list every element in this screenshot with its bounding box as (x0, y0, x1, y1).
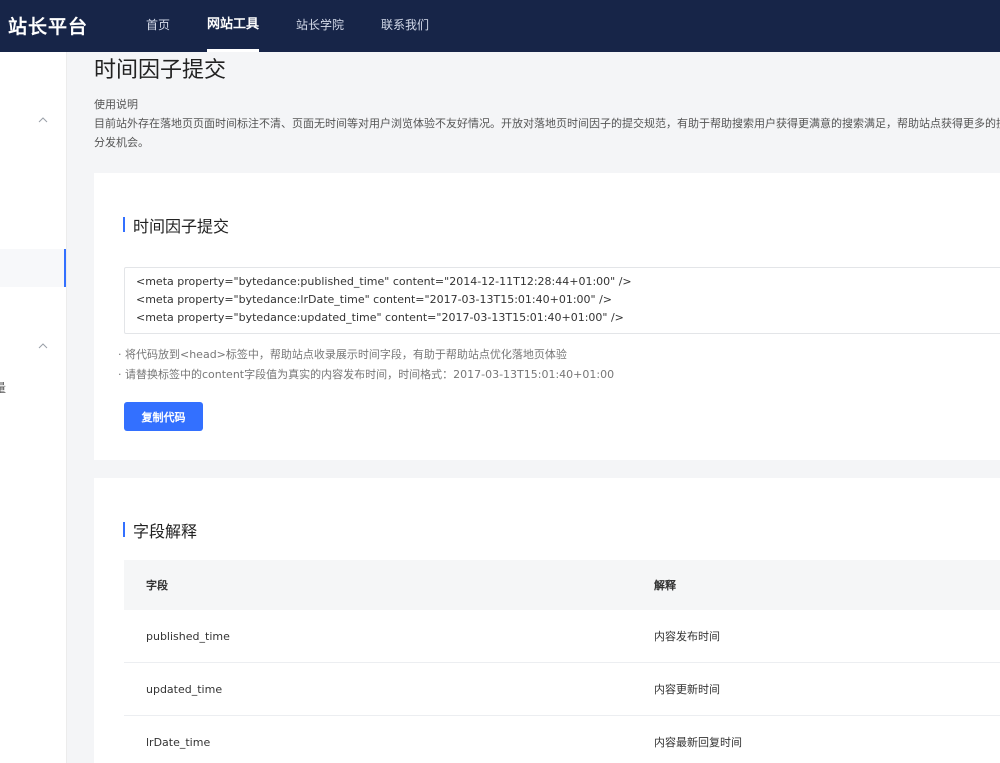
page-title: 时间因子提交 (94, 58, 227, 83)
section-title-submit: 时间因子提交 (123, 213, 229, 237)
main-content: 时间因子提交 使用说明 目前站外存在落地页页面时间标注不清、页面无时间等对用户浏… (67, 52, 1000, 763)
usage-note: · 请替换标签中的content字段值为真实的内容发布时间，时间格式：2017-… (118, 368, 615, 381)
fields-table: 字段 解释 published_time 内容发布时间 updated_time… (124, 560, 1000, 763)
field-name-cell: published_time (146, 629, 230, 643)
usage-note: · 将代码放到<head>标签中，帮助站点收录展示时间字段，有助于帮助站点优化落… (118, 348, 567, 361)
usage-description: 目前站外存在落地页页面时间标注不清、页面无时间等对用户浏览体验不友好情况。开放对… (94, 117, 1000, 149)
submit-card: 时间因子提交 <meta property="bytedance:publish… (94, 173, 1000, 460)
table-row: lrDate_time 内容最新回复时间 (124, 716, 1000, 763)
brand-logo[interactable]: 站长平台 (8, 12, 88, 39)
section-title-fields: 字段解释 (123, 518, 197, 542)
column-header-desc: 解释 (654, 579, 676, 592)
nav-item-site-tools[interactable]: 网站工具 (207, 0, 260, 52)
main-nav: 首页 网站工具 站长学院 联系我们 (146, 0, 466, 52)
code-line: <meta property="bytedance:published_time… (136, 275, 632, 288)
field-desc-cell: 内容最新回复时间 (654, 736, 742, 749)
code-line: <meta property="bytedance:updated_time" … (136, 311, 624, 324)
code-block[interactable]: <meta property="bytedance:published_time… (124, 267, 1000, 334)
sidebar: 量 (0, 52, 67, 763)
table-row: updated_time 内容更新时间 (124, 663, 1000, 716)
copy-code-button[interactable]: 复制代码 (124, 402, 203, 431)
table-row: published_time 内容发布时间 (124, 610, 1000, 663)
chevron-up-icon[interactable] (38, 115, 48, 125)
table-header: 字段 解释 (124, 560, 1000, 610)
chevron-up-icon[interactable] (38, 341, 48, 351)
sidebar-item-label[interactable]: 量 (0, 379, 6, 396)
usage-label: 使用说明 (94, 98, 138, 111)
field-desc-cell: 内容更新时间 (654, 683, 720, 696)
column-header-field: 字段 (146, 579, 168, 592)
code-line: <meta property="bytedance:lrDate_time" c… (136, 293, 613, 306)
nav-item-academy[interactable]: 站长学院 (296, 0, 344, 52)
field-name-cell: updated_time (146, 682, 223, 696)
top-navbar: 站长平台 首页 网站工具 站长学院 联系我们 (0, 0, 1000, 52)
nav-item-contact[interactable]: 联系我们 (381, 0, 429, 52)
nav-item-home[interactable]: 首页 (146, 0, 170, 52)
fields-card: 字段解释 字段 解释 published_time 内容发布时间 updated… (94, 478, 1000, 763)
sidebar-item-active[interactable] (0, 249, 66, 287)
field-name-cell: lrDate_time (146, 735, 211, 749)
field-desc-cell: 内容发布时间 (654, 630, 720, 643)
